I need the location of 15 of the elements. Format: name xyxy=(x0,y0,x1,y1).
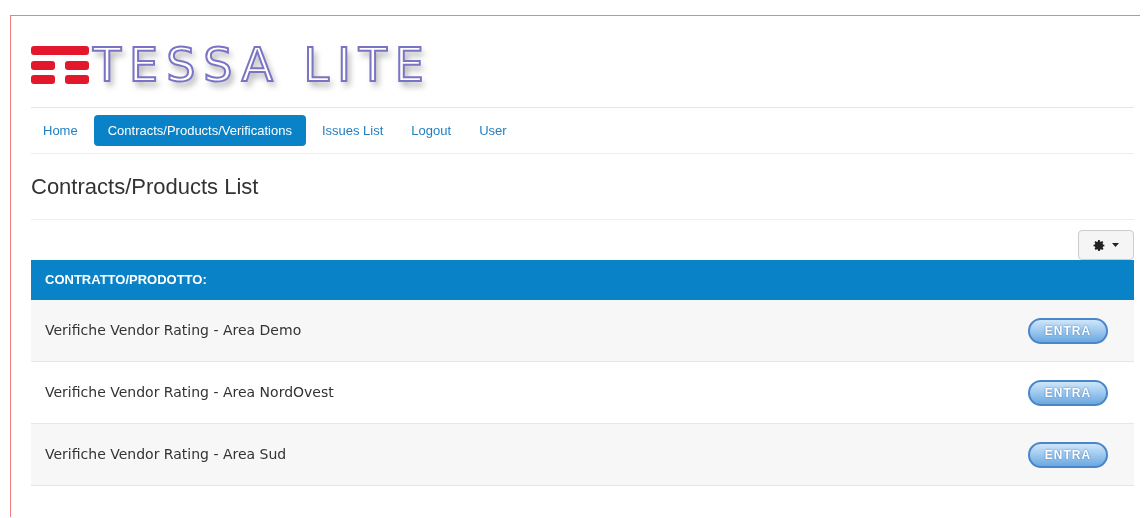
logo-icon xyxy=(31,45,89,84)
contract-name: Verifiche Vendor Rating - Area Sud xyxy=(45,445,287,464)
settings-dropdown-button[interactable] xyxy=(1078,230,1134,260)
nav-tab[interactable]: User xyxy=(467,114,519,147)
settings-icon xyxy=(1093,238,1106,252)
nav-tab[interactable]: Issues List xyxy=(309,114,396,147)
nav-tab[interactable]: Contracts/Products/Verifications xyxy=(93,114,306,147)
logo-wordmark: TESSA LITE xyxy=(93,41,432,88)
contract-name: Verifiche Vendor Rating - Area NordOvest xyxy=(45,383,334,402)
page-title: Contracts/Products List xyxy=(31,173,259,201)
nav-tab[interactable]: Home xyxy=(31,114,90,147)
contract-name: Verifiche Vendor Rating - Area Demo xyxy=(45,321,302,340)
nav-tab[interactable]: Logout xyxy=(399,114,464,147)
column-heading: CONTRATTO/PRODOTTO: xyxy=(45,271,207,290)
caret-icon xyxy=(1112,243,1119,247)
